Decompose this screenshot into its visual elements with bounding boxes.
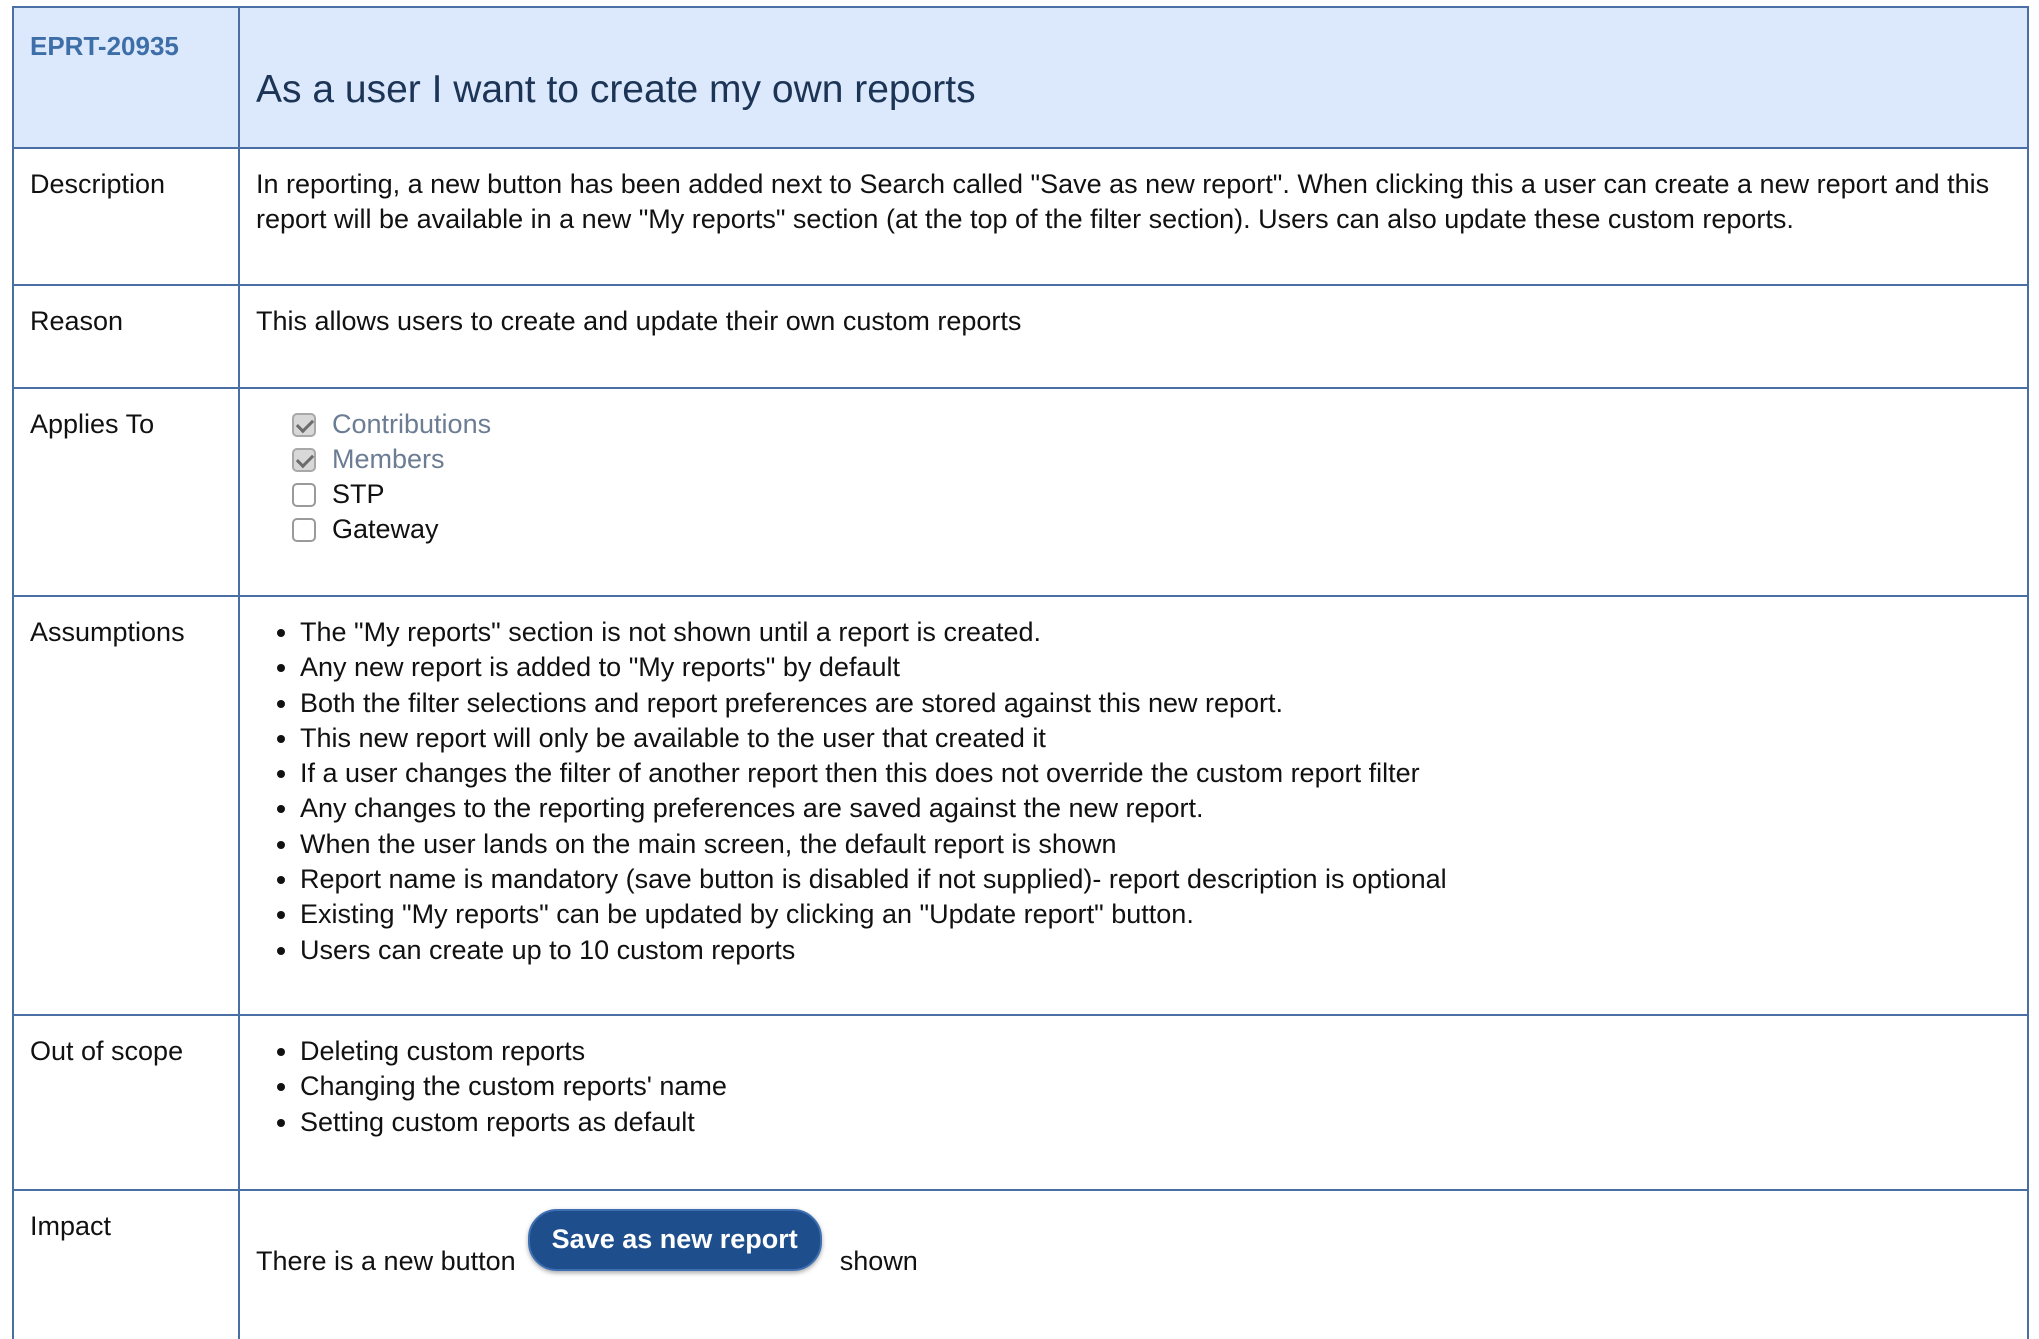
checkbox[interactable] — [292, 447, 316, 472]
checkbox[interactable] — [292, 482, 316, 507]
applies-to-checklist: Contributions Members STP Gateway — [256, 407, 2011, 547]
applies-to-item-members[interactable]: Members — [292, 442, 2011, 477]
reason-text: This allows users to create and update t… — [238, 284, 2029, 389]
reason-label: Reason — [12, 284, 240, 389]
assumptions-cell: The "My reports" section is not shown un… — [238, 595, 2029, 1016]
checkbox[interactable] — [292, 412, 316, 437]
user-story-table: EPRT-20935 As a user I want to create my… — [12, 6, 2029, 1339]
impact-row: Impact There is a new button Save as new… — [12, 1189, 2029, 1339]
assumptions-row: Assumptions The "My reports" section is … — [12, 595, 2029, 1016]
impact-text-before: There is a new button — [256, 1246, 516, 1276]
out-of-scope-cell: Deleting custom reports Changing the cus… — [238, 1014, 2029, 1191]
list-item: When the user lands on the main screen, … — [300, 827, 2011, 862]
impact-label: Impact — [12, 1189, 240, 1339]
reason-row: Reason This allows users to create and u… — [12, 284, 2029, 389]
story-title: As a user I want to create my own report… — [256, 68, 976, 111]
description-label: Description — [12, 147, 240, 286]
list-item: Report name is mandatory (save button is… — [300, 862, 2011, 897]
story-id-cell: EPRT-20935 — [12, 6, 240, 149]
list-item: Setting custom reports as default — [300, 1105, 2011, 1140]
applies-to-item-stp[interactable]: STP — [292, 477, 2011, 512]
out-of-scope-row: Out of scope Deleting custom reports Cha… — [12, 1014, 2029, 1191]
list-item: Both the filter selections and report pr… — [300, 686, 2011, 721]
out-of-scope-label: Out of scope — [12, 1014, 240, 1191]
save-as-new-report-button[interactable]: Save as new report — [527, 1209, 822, 1271]
list-item: Users can create up to 10 custom reports — [300, 933, 2011, 968]
description-row: Description In reporting, a new button h… — [12, 147, 2029, 286]
assumptions-list: The "My reports" section is not shown un… — [256, 615, 2011, 968]
assumptions-label: Assumptions — [12, 595, 240, 1016]
impact-cell: There is a new button Save as new report… — [238, 1189, 2029, 1339]
list-item: Existing "My reports" can be updated by … — [300, 897, 2011, 932]
list-item: If a user changes the filter of another … — [300, 756, 2011, 791]
applies-to-cell: Contributions Members STP Gateway — [238, 387, 2029, 597]
list-item: Any changes to the reporting preferences… — [300, 791, 2011, 826]
impact-text-after: shown — [839, 1246, 918, 1276]
story-header-row: EPRT-20935 As a user I want to create my… — [12, 6, 2029, 149]
applies-to-item-gateway[interactable]: Gateway — [292, 512, 2011, 547]
list-item: This new report will only be available t… — [300, 721, 2011, 756]
checkbox-label: Members — [332, 444, 445, 474]
list-item: Deleting custom reports — [300, 1034, 2011, 1069]
impact-line: There is a new button Save as new report… — [256, 1209, 2011, 1279]
out-of-scope-list: Deleting custom reports Changing the cus… — [256, 1034, 2011, 1140]
story-id: EPRT-20935 — [30, 31, 179, 61]
checkbox-label: Gateway — [332, 514, 439, 544]
applies-to-row: Applies To Contributions Members STP Gat… — [12, 387, 2029, 597]
list-item: Any new report is added to "My reports" … — [300, 650, 2011, 685]
checkbox-label: STP — [332, 479, 385, 509]
list-item: The "My reports" section is not shown un… — [300, 615, 2011, 650]
checkbox[interactable] — [292, 517, 316, 542]
applies-to-label: Applies To — [12, 387, 240, 597]
applies-to-item-contributions[interactable]: Contributions — [292, 407, 2011, 442]
list-item: Changing the custom reports' name — [300, 1069, 2011, 1104]
checkbox-label: Contributions — [332, 409, 492, 439]
story-title-cell: As a user I want to create my own report… — [238, 6, 2029, 149]
description-text: In reporting, a new button has been adde… — [238, 147, 2029, 286]
